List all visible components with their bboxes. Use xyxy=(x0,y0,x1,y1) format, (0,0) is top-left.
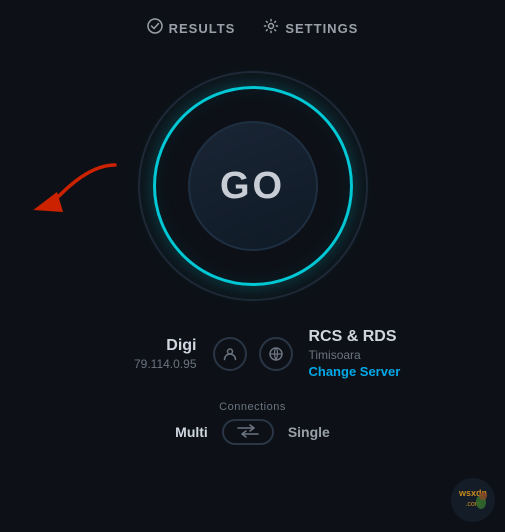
globe-icon xyxy=(259,337,293,371)
connections-toggle: Multi Single xyxy=(175,419,330,445)
results-icon xyxy=(147,18,163,38)
connections-label: Connections xyxy=(219,401,286,413)
server-info: RCS & RDS Timisoara Change Server xyxy=(309,328,446,379)
change-server-link[interactable]: Change Server xyxy=(309,364,401,379)
results-nav-item[interactable]: RESULTS xyxy=(147,18,236,38)
go-button[interactable]: GO xyxy=(188,121,318,251)
top-nav: RESULTS SETTINGS xyxy=(0,0,505,48)
client-name: Digi xyxy=(166,337,196,355)
connections-section: Connections Multi Single xyxy=(0,401,505,445)
results-label: RESULTS xyxy=(169,21,236,36)
connection-switch[interactable] xyxy=(222,419,274,445)
info-section: Digi 79.114.0.95 RCS & RDS Timisoara Cha… xyxy=(0,328,505,379)
single-option[interactable]: Single xyxy=(288,424,330,440)
settings-nav-item[interactable]: SETTINGS xyxy=(263,18,358,38)
speedtest-circle: GO xyxy=(133,66,373,306)
multi-option[interactable]: Multi xyxy=(175,424,208,440)
client-info: Digi 79.114.0.95 xyxy=(60,337,197,371)
settings-label: SETTINGS xyxy=(285,21,358,36)
server-name: RCS & RDS xyxy=(309,328,397,346)
settings-icon xyxy=(263,18,279,38)
wsxdn-badge: wsxdn .com xyxy=(449,476,497,524)
go-label: GO xyxy=(220,165,285,208)
red-arrow xyxy=(30,160,120,220)
client-ip: 79.114.0.95 xyxy=(134,357,197,371)
switch-arrows-icon xyxy=(236,424,260,441)
info-icons xyxy=(197,337,309,371)
user-icon xyxy=(213,337,247,371)
server-city: Timisoara xyxy=(309,348,361,362)
